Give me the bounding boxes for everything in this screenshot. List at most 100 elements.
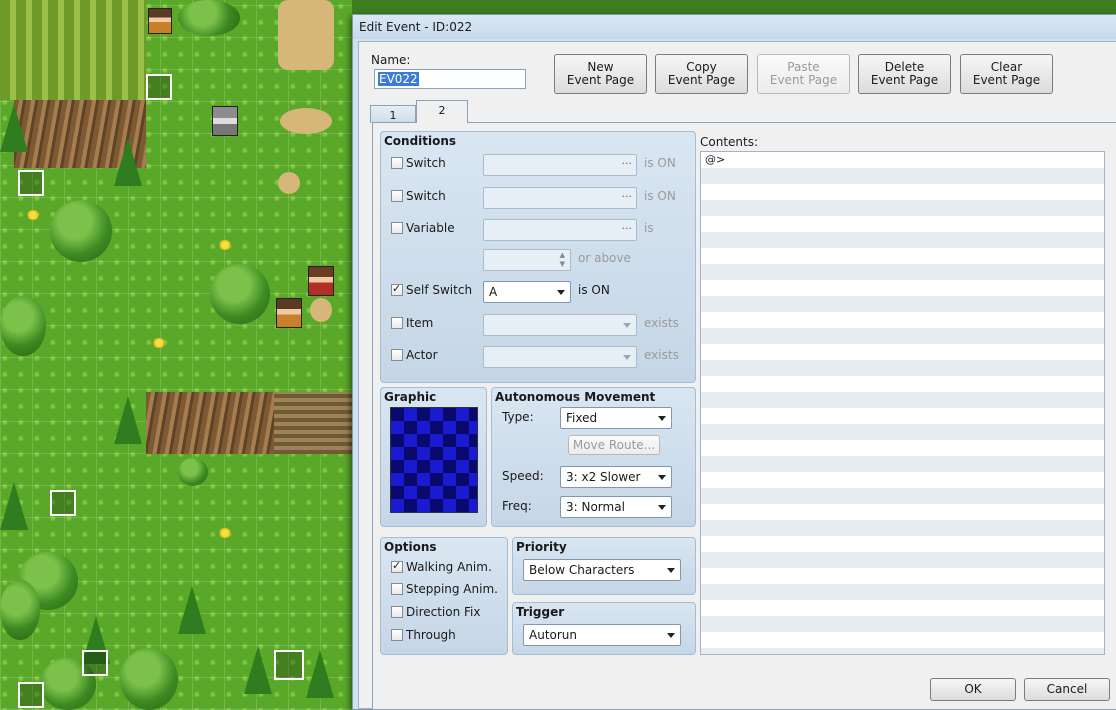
dirt-path — [280, 108, 332, 134]
crop-field — [274, 392, 352, 454]
event-marker[interactable] — [146, 74, 172, 100]
movement-speed-value: 3: x2 Slower — [566, 470, 641, 484]
movement-freq-label: Freq: — [502, 499, 532, 513]
dirt-path — [310, 298, 332, 322]
cliff — [146, 392, 274, 454]
contents-label: Contents: — [700, 135, 759, 149]
movement-title: Autonomous Movement — [495, 390, 656, 404]
chevron-down-icon — [667, 633, 675, 638]
chevron-down-icon — [623, 355, 631, 360]
copy-event-page-button[interactable]: Copy Event Page — [655, 54, 748, 94]
delete-event-page-button[interactable]: Delete Event Page — [858, 54, 951, 94]
crop-field — [0, 0, 146, 100]
chevron-down-icon — [658, 416, 666, 421]
stepping-anim-label: Stepping Anim. — [406, 582, 498, 596]
walking-anim-checkbox[interactable] — [391, 559, 403, 573]
pine-tree — [244, 646, 272, 694]
item-checkbox[interactable] — [391, 317, 403, 329]
pine-tree — [0, 104, 28, 152]
switch1-selector[interactable]: ··· — [483, 154, 637, 176]
spin-down-icon: ▼ — [559, 260, 565, 268]
trigger-title: Trigger — [516, 605, 565, 619]
tree — [0, 296, 46, 356]
direction-fix-checkbox[interactable] — [391, 606, 403, 618]
farmer-sprite[interactable] — [148, 8, 172, 34]
chevron-down-icon — [623, 323, 631, 328]
dirt-path — [278, 0, 334, 70]
priority-select[interactable]: Below Characters — [523, 559, 681, 581]
trigger-select[interactable]: Autorun — [523, 624, 681, 646]
movement-type-label: Type: — [502, 410, 534, 424]
movement-speed-select[interactable]: 3: x2 Slower — [560, 466, 672, 488]
flower — [152, 338, 166, 348]
command-line[interactable]: @> — [705, 153, 725, 166]
chevron-down-icon — [557, 290, 565, 295]
through-checkbox[interactable] — [391, 629, 403, 641]
flower — [26, 210, 40, 220]
actor-label: Actor — [406, 348, 438, 362]
new-event-page-button[interactable]: New Event Page — [554, 54, 647, 94]
name-label: Name: — [371, 53, 411, 67]
movement-freq-value: 3: Normal — [566, 500, 625, 514]
tab-page-2[interactable]: 2 — [416, 100, 468, 123]
tab-page-1[interactable]: 1 — [370, 105, 416, 123]
map-canvas[interactable] — [0, 0, 352, 710]
pine-tree — [114, 138, 142, 186]
self-switch-select[interactable]: A — [483, 281, 571, 303]
variable-selector[interactable]: ··· — [483, 219, 637, 241]
knight-sprite[interactable] — [212, 106, 238, 136]
hero-sprite[interactable] — [276, 298, 302, 328]
name-input[interactable]: EV022 — [374, 69, 526, 89]
actor-checkbox[interactable] — [391, 349, 403, 361]
event-page-panel: Conditions Switch ··· is ON Switch ··· i… — [372, 122, 1116, 710]
event-marker[interactable] — [50, 490, 76, 516]
event-marker[interactable] — [274, 650, 304, 680]
chevron-down-icon — [658, 505, 666, 510]
conditions-title: Conditions — [384, 134, 457, 148]
graphic-preview[interactable] — [390, 407, 478, 513]
trigger-group: Trigger Autorun — [512, 602, 696, 655]
dialog-titlebar[interactable]: Edit Event - ID:022 — [353, 15, 1116, 39]
move-route-button[interactable]: Move Route... — [568, 435, 660, 455]
switch2-selector[interactable]: ··· — [483, 187, 637, 209]
chevron-down-icon — [667, 568, 675, 573]
priority-value: Below Characters — [529, 563, 635, 577]
item-select[interactable] — [483, 314, 637, 336]
self-switch-checkbox[interactable] — [391, 282, 403, 296]
switch1-suffix: is ON — [644, 156, 676, 170]
switch2-suffix: is ON — [644, 189, 676, 203]
movement-type-select[interactable]: Fixed — [560, 407, 672, 429]
self-switch-value: A — [489, 285, 498, 299]
dirt-path — [278, 172, 300, 194]
graphic-title: Graphic — [384, 390, 437, 404]
movement-type-value: Fixed — [566, 411, 598, 425]
event-marker[interactable] — [18, 170, 44, 196]
movement-freq-select[interactable]: 3: Normal — [560, 496, 672, 518]
movement-speed-label: Speed: — [502, 469, 544, 483]
villager-sprite[interactable] — [308, 266, 334, 296]
paste-event-page-button[interactable]: Paste Event Page — [757, 54, 850, 94]
cancel-button[interactable]: Cancel — [1024, 678, 1110, 701]
event-marker[interactable] — [18, 682, 44, 708]
spin-up-icon: ▲ — [559, 251, 565, 259]
ellipsis-icon: ··· — [621, 222, 633, 235]
event-marker[interactable] — [82, 650, 108, 676]
event-contents-list[interactable]: @> — [700, 151, 1105, 655]
ellipsis-icon: ··· — [621, 157, 633, 170]
tree — [0, 580, 40, 640]
ok-button[interactable]: OK — [930, 678, 1016, 701]
clear-event-page-button[interactable]: Clear Event Page — [960, 54, 1053, 94]
variable-checkbox[interactable] — [391, 222, 403, 234]
pine-tree — [178, 586, 206, 634]
actor-suffix: exists — [644, 348, 679, 362]
stepping-anim-checkbox[interactable] — [391, 583, 403, 595]
flower — [218, 240, 232, 250]
tree — [210, 264, 270, 324]
walking-anim-label: Walking Anim. — [406, 560, 492, 574]
flower — [218, 528, 232, 538]
switch2-checkbox[interactable] — [391, 190, 403, 202]
variable-value-spinner[interactable]: ▲ ▼ — [483, 249, 571, 271]
switch1-checkbox[interactable] — [391, 157, 403, 169]
actor-select[interactable] — [483, 346, 637, 368]
name-value: EV022 — [378, 72, 419, 86]
